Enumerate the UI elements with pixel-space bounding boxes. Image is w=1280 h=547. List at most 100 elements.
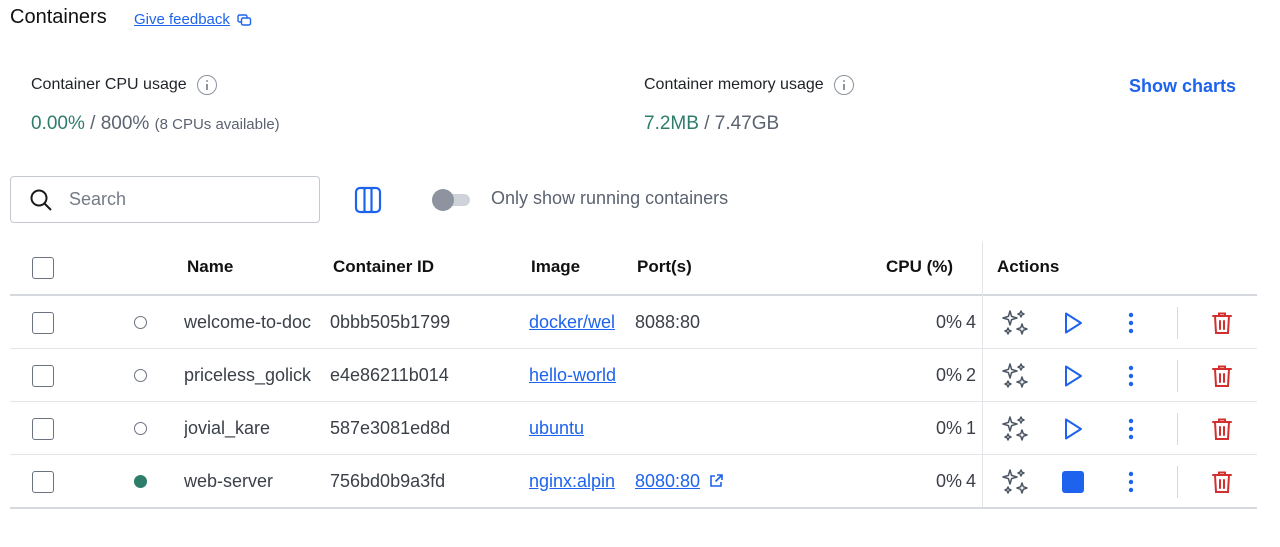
memory-usage-label: Container memory usage [644,75,854,95]
play-icon [1065,365,1082,386]
ports: 8088:80 [635,312,755,333]
cpu-usage-label: Container CPU usage [31,75,217,95]
container-name[interactable]: web-server [184,471,320,492]
port-link[interactable]: 8080:80 [635,471,700,492]
ask-gordon-button[interactable] [1000,467,1030,497]
cpu-value: 0% [935,311,962,332]
delete-button[interactable] [1207,308,1237,338]
give-feedback-link[interactable]: Give feedback [134,11,252,28]
trash-icon [1212,418,1232,440]
image-link[interactable]: hello-world [529,365,624,386]
status-indicator [134,369,147,382]
feedback-label: Give feedback [134,11,230,28]
ask-gordon-button[interactable] [1000,308,1030,338]
row-checkbox[interactable] [32,364,54,387]
kebab-menu-icon [1128,471,1134,492]
search-box [10,176,320,223]
container-id: 0bbb505b1799 [330,311,451,332]
column-header-actions: Actions [997,257,1060,276]
play-icon [1065,418,1082,439]
delete-button[interactable] [1207,467,1237,497]
column-header-name[interactable]: Name [187,257,233,277]
page-title: Containers [10,6,107,28]
container-id: 756bd0b9a3fd [330,470,446,491]
container-name[interactable]: priceless_golick [184,365,320,386]
sparkle-icon [1002,309,1028,335]
ask-gordon-button[interactable] [1000,414,1030,444]
delete-button[interactable] [1207,361,1237,391]
row-divider [10,507,1257,509]
running-only-toggle-label: Only show running containers [491,188,729,208]
column-header-cpu[interactable]: CPU (%) [886,257,953,277]
select-all-checkbox[interactable] [32,257,54,279]
more-actions-button[interactable] [1116,467,1146,497]
kebab-menu-icon [1128,312,1134,333]
running-only-toggle[interactable] [432,189,472,211]
memory-value-truncated: 4 [966,470,977,491]
row-divider [10,348,1257,349]
image-link[interactable]: docker/wel [529,312,624,333]
cpu-value: 0% [935,470,962,491]
column-header-ports[interactable]: Port(s) [637,257,692,277]
container-name[interactable]: jovial_kare [184,418,320,439]
sparkle-icon [1002,468,1028,494]
row-divider [10,454,1257,455]
status-indicator [134,475,147,488]
cpu-value: 0% [935,364,962,385]
sparkle-icon [1002,362,1028,388]
ask-gordon-button[interactable] [1000,361,1030,391]
external-link-icon[interactable] [708,473,724,489]
show-charts-button[interactable]: Show charts [1129,76,1236,97]
column-header-image[interactable]: Image [531,257,580,277]
actions-separator [1177,465,1178,498]
status-indicator [134,316,147,329]
cpu-value: 0% [935,417,962,438]
cpu-usage-label-text: Container CPU usage [31,76,187,93]
row-checkbox[interactable] [32,311,54,334]
image-link[interactable]: ubuntu [529,418,624,439]
memory-value-truncated: 4 [966,311,977,332]
trash-icon [1212,471,1232,493]
header-divider [10,294,1257,296]
search-input[interactable] [67,188,291,211]
memory-usage-value: 7.2MB / 7.47GB [644,113,779,135]
more-actions-button[interactable] [1116,414,1146,444]
more-actions-button[interactable] [1116,308,1146,338]
more-actions-button[interactable] [1116,361,1146,391]
actions-separator [1177,359,1178,392]
actions-separator [1177,412,1178,445]
cpu-used: 0.00% [31,113,85,134]
trash-icon [1212,365,1232,387]
toggle-knob [432,189,454,211]
columns-icon [354,186,382,214]
start-stop-button[interactable] [1058,414,1088,444]
memory-info-icon[interactable] [833,75,854,95]
search-icon [30,189,52,211]
status-indicator [134,422,147,435]
memory-separator: / [698,113,715,134]
play-icon [1065,312,1082,333]
start-stop-button[interactable] [1058,467,1088,497]
cpu-info-icon[interactable] [196,75,217,95]
cpu-total: 800% [100,113,150,134]
kebab-menu-icon [1128,365,1134,386]
kebab-menu-icon [1128,418,1134,439]
sparkle-icon [1002,415,1028,441]
trash-icon [1212,312,1232,334]
stop-icon [1062,470,1084,493]
memory-usage-label-text: Container memory usage [644,76,824,93]
memory-total: 7.47GB [714,113,780,134]
container-name[interactable]: welcome-to-doc [184,312,320,333]
column-settings-button[interactable] [354,186,382,214]
row-checkbox[interactable] [32,470,54,493]
image-link[interactable]: nginx:alpin [529,471,624,492]
column-header-container-id[interactable]: Container ID [333,257,434,277]
start-stop-button[interactable] [1058,308,1088,338]
delete-button[interactable] [1207,414,1237,444]
cpu-usage-value: 0.00% / 800% (8 CPUs available) [31,113,280,135]
start-stop-button[interactable] [1058,361,1088,391]
row-checkbox[interactable] [32,417,54,440]
memory-value-truncated: 1 [966,417,977,438]
ports: 8080:80 [635,471,755,492]
port-text: 8088:80 [635,311,701,332]
